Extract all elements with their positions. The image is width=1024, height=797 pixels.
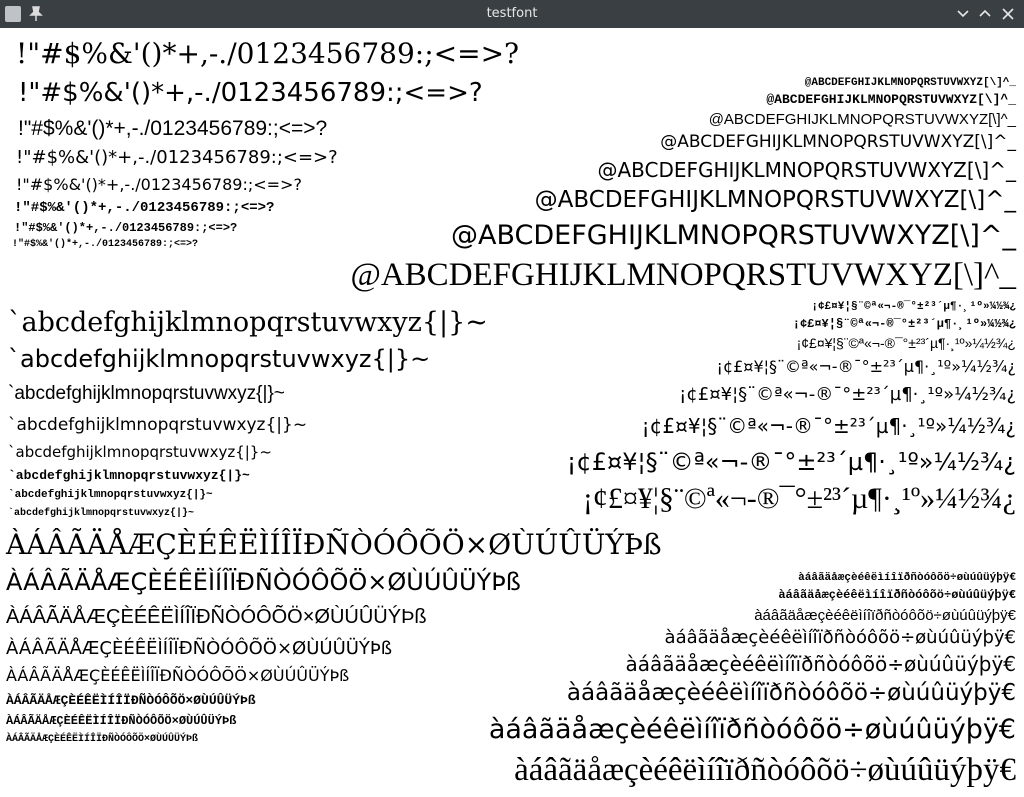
upper-line-4: @ABCDEFGHIJKLMNOPQRSTUVWXYZ[\]^_ xyxy=(660,132,1016,152)
lower-line-8: `abcdefghijklmnopqrstuvwxyz{|}~ xyxy=(8,508,195,519)
lower-line-2: `abcdefghijklmnopqrstuvwxyz{|}~ xyxy=(8,345,431,373)
latin1-upper-line-1: ÀÁÂÃÄÅÆÇÈÉÊËÌÍÎÏÐÑÒÓÔÕÖ×ØÙÚÛÜÝÞß xyxy=(6,528,662,561)
upper-line-8: @ABCDEFGHIJKLMNOPQRSTUVWXYZ[\]^_ xyxy=(350,257,1016,293)
latin1-sym-line-5: ¡¢£¤¥¦§¨©ª«¬-®¯°±²³´µ¶·¸¹º»¼½¾¿ xyxy=(679,384,1016,405)
latin1-lower-line-5: àáâãäåæçèéêëìíîïðñòóôõö÷øùúûüýþÿ€ xyxy=(625,652,1017,676)
punct-line-1: !"#$%&'()*+,-./0123456789:;<=>? xyxy=(16,37,520,70)
latin1-sym-line-3: ¡¢£¤¥¦§¨©ª«¬-®¯°±²³´µ¶·¸¹º»¼½¾¿ xyxy=(796,335,1016,351)
latin1-lower-line-4: àáâãäåæçèéêëìíîïðñòóôõö÷øùúûüýþÿ€ xyxy=(664,627,1016,648)
latin1-upper-line-8: ÀÁÂÃÄÅÆÇÈÉÊËÌÍÎÏÐÑÒÓÔÕÖ×ØÙÚÛÜÝÞß xyxy=(6,734,199,745)
upper-line-5: @ABCDEFGHIJKLMNOPQRSTUVWXYZ[\]^_ xyxy=(597,158,1016,182)
chevron-up-icon[interactable] xyxy=(977,6,993,22)
title-bar[interactable]: testfont xyxy=(0,0,1024,28)
upper-line-3: @ABCDEFGHIJKLMNOPQRSTUVWXYZ[\]^_ xyxy=(708,111,1016,128)
upper-line-2: @ABCDEFGHIJKLMNOPQRSTUVWXYZ[\]^_ xyxy=(766,92,1016,107)
latin1-lower-line-8: àáâãäåæçèéêëìíîïðñòóôõö÷øùúûüýþÿ€ xyxy=(514,752,1016,788)
punct-line-3: !"#$%&'()*+,-./0123456789:;<=>? xyxy=(18,117,328,140)
punct-line-8: !"#$%&'()*+,-./0123456789:;<=>? xyxy=(12,239,199,250)
punct-line-5: !"#$%&'()*+,-./0123456789:;<=>? xyxy=(16,175,302,194)
upper-line-6: @ABCDEFGHIJKLMNOPQRSTUVWXYZ[\]^_ xyxy=(534,187,1016,213)
punct-line-4: !"#$%&'()*+,-./0123456789:;<=>? xyxy=(16,147,338,168)
latin1-upper-line-6: ÀÁÂÃÄÅÆÇÈÉÊËÌÍÎÏÐÑÒÓÔÕÖ×ØÙÚÛÜÝÞß xyxy=(6,693,256,708)
latin1-lower-line-7: àáâãäåæçèéêëìíîïðñòóôõö÷øùúûüýþÿ€ xyxy=(488,714,1016,745)
upper-line-1: @ABCDEFGHIJKLMNOPQRSTUVWXYZ[\]^_ xyxy=(804,77,1016,89)
latin1-sym-line-6: ¡¢£¤¥¦§¨©ª«¬-®¯°±²³´µ¶·¸¹º»¼½¾¿ xyxy=(641,414,1016,438)
lower-line-7: `abcdefghijklmnopqrstuvwxyz{|}~ xyxy=(8,489,213,501)
latin1-sym-line-7: ¡¢£¤¥¦§¨©ª«¬-®¯°±²³´µ¶·¸¹º»¼½¾¿ xyxy=(566,448,1016,476)
lower-line-3: `abcdefghijklmnopqrstuvwxyz{|}~ xyxy=(8,383,285,404)
latin1-upper-line-5: ÀÁÂÃÄÅÆÇÈÉÊËÌÍÎÏÐÑÒÓÔÕÖ×ØÙÚÛÜÝÞß xyxy=(6,666,350,685)
window-title: testfont xyxy=(486,6,538,21)
latin1-upper-line-4: ÀÁÂÃÄÅÆÇÈÉÊËÌÍÎÏÐÑÒÓÔÕÖ×ØÙÚÛÜÝÞß xyxy=(6,638,393,659)
close-icon[interactable] xyxy=(1000,6,1016,22)
lower-line-5: `abcdefghijklmnopqrstuvwxyz{|}~ xyxy=(8,443,272,461)
latin1-upper-line-7: ÀÁÂÃÄÅÆÇÈÉÊËÌÍÎÏÐÑÒÓÔÕÖ×ØÙÚÛÜÝÞß xyxy=(6,714,237,728)
latin1-lower-line-2: àáâãäåæçèéêëìíîïðñòóôõö÷øùúûüýþÿ€ xyxy=(778,588,1016,602)
latin1-sym-line-8: ¡¢£¤¥¦§¨©ª«¬-®¯°±²³´µ¶·¸¹º»¼½¾¿ xyxy=(582,482,1016,515)
lower-line-1: `abcdefghijklmnopqrstuvwxyz{|}~ xyxy=(8,307,488,338)
latin1-upper-line-2: ÀÁÂÃÄÅÆÇÈÉÊËÌÍÎÏÐÑÒÓÔÕÖ×ØÙÚÛÜÝÞß xyxy=(6,568,521,596)
lower-line-4: `abcdefghijklmnopqrstuvwxyz{|}~ xyxy=(8,415,308,435)
punct-line-6: !"#$%&'()*+,-./0123456789:;<=>? xyxy=(14,200,275,216)
font-test-canvas: !"#$%&'()*+,-./0123456789:;<=>? !"#$%&'(… xyxy=(0,28,1024,797)
latin1-sym-line-1: ¡¢£¤¥¦§¨©ª«¬-®¯°±²³´µ¶·¸¹º»¼½¾¿ xyxy=(811,301,1016,313)
latin1-lower-line-1: àáâãäåæçèéêëìíîïðñòóôõö÷øùúûüýþÿ€ xyxy=(798,572,1016,584)
latin1-upper-line-3: ÀÁÂÃÄÅÆÇÈÉÊËÌÍÎÏÐÑÒÓÔÕÖ×ØÙÚÛÜÝÞß xyxy=(6,606,427,628)
upper-line-7: @ABCDEFGHIJKLMNOPQRSTUVWXYZ[\]^_ xyxy=(450,220,1016,251)
lower-line-6: `abcdefghijklmnopqrstuvwxyz{|}~ xyxy=(8,468,250,483)
latin1-sym-line-2: ¡¢£¤¥¦§¨©ª«¬-®¯°±²³´µ¶·¸¹º»¼½¾¿ xyxy=(792,317,1016,331)
chevron-down-icon[interactable] xyxy=(955,6,971,22)
punct-line-7: !"#$%&'()*+,-./0123456789:;<=>? xyxy=(14,221,238,235)
latin1-lower-line-6: àáâãäåæçèéêëìíîïðñòóôõö÷øùúûüýþÿ€ xyxy=(566,680,1016,706)
latin1-sym-line-4: ¡¢£¤¥¦§¨©ª«¬-®¯°±²³´µ¶·¸¹º»¼½¾¿ xyxy=(716,357,1016,376)
punct-line-2: !"#$%&'()*+,-./0123456789:;<=>? xyxy=(18,78,483,108)
latin1-lower-line-3: àáâãäåæçèéêëìíîïðñòóôõö÷øùúûüýþÿ€ xyxy=(754,607,1016,624)
